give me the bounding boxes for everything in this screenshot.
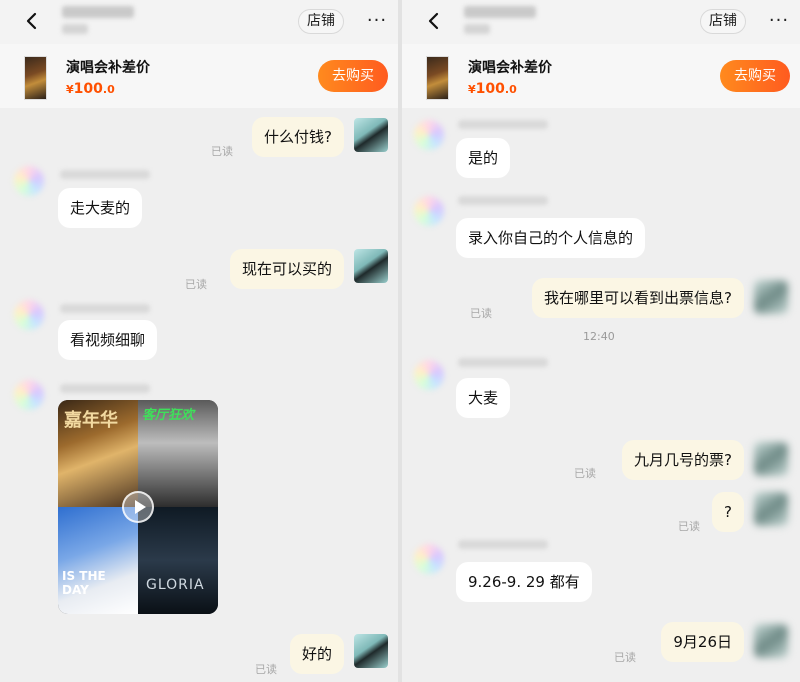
message-list: 什么付钱? 已读 走大麦的 现在可以买的 已读 看视频细聊 嘉年华 客厅狂欢 I… [0,108,398,682]
price-currency: ¥ [66,83,74,96]
read-receipt: 已读 [185,278,207,291]
message-incoming[interactable]: 是的 [456,138,511,178]
contact-avatar[interactable] [414,544,444,574]
contact-avatar[interactable] [414,196,444,226]
message-incoming[interactable]: 走大麦的 [58,188,143,228]
chat-panel-right: 店铺 ··· 演唱会补差价 ¥100.0 去购买 是的 录入你自己的个人信息的 … [402,0,800,682]
sender-name-blurred [458,196,548,205]
message-outgoing[interactable]: 现在可以买的 [229,249,344,289]
video-thumb-2-text: 客厅狂欢 [142,408,195,423]
more-options-icon[interactable]: ··· [768,11,790,31]
price-decimal: .0 [504,83,517,96]
message-incoming[interactable]: 9.26-9. 29 都有 [456,562,592,602]
contact-avatar[interactable] [14,380,44,410]
buy-button[interactable]: 去购买 [318,60,388,92]
video-thumb-1: 嘉年华 [58,400,138,507]
product-title: 演唱会补差价 [468,60,552,76]
contact-status-blurred [62,24,88,34]
price-integer: 100 [73,81,103,97]
message-incoming[interactable]: 看视频细聊 [58,320,158,360]
video-thumb-4-text: GLORIA [146,577,205,593]
video-thumb-2: 客厅狂欢 [138,400,218,507]
message-outgoing[interactable]: 我在哪里可以看到出票信息? [532,278,744,318]
back-arrow-icon[interactable] [22,11,42,31]
product-thumbnail [24,56,47,100]
contact-avatar[interactable] [14,166,44,196]
message-incoming[interactable]: 录入你自己的个人信息的 [456,218,646,258]
read-receipt: 已读 [614,651,636,664]
message-outgoing[interactable]: 九月几号的票? [622,440,744,480]
message-outgoing[interactable]: ? [712,492,744,532]
top-bar: 店铺 ··· [402,0,800,44]
back-arrow-icon[interactable] [424,11,444,31]
read-receipt: 已读 [211,145,233,158]
price-currency: ¥ [468,83,476,96]
self-avatar[interactable] [754,624,788,658]
read-receipt: 已读 [255,663,277,676]
message-outgoing[interactable]: 好的 [289,634,344,674]
timestamp: 12:40 [583,330,615,343]
play-icon[interactable] [122,491,154,523]
price-integer: 100 [475,81,505,97]
contact-avatar[interactable] [414,360,444,390]
sender-name-blurred [458,540,548,549]
read-receipt: 已读 [678,520,700,533]
contact-name-blurred [62,6,134,18]
message-incoming[interactable]: 大麦 [456,378,511,418]
self-avatar[interactable] [754,280,788,314]
message-list: 是的 录入你自己的个人信息的 我在哪里可以看到出票信息? 已读 12:40 大麦… [402,108,800,682]
self-avatar[interactable] [354,249,388,283]
self-avatar[interactable] [354,118,388,152]
self-avatar[interactable] [754,442,788,476]
sender-name-blurred [458,120,548,129]
chat-panel-left: 店铺 ··· 演唱会补差价 ¥100.0 去购买 什么付钱? 已读 走大麦的 现… [0,0,398,682]
contact-status-blurred [464,24,490,34]
video-thumb-3-text: IS THE DAY [62,569,106,597]
message-outgoing[interactable]: 9月26日 [661,622,744,662]
buy-button[interactable]: 去购买 [720,60,790,92]
video-thumb-3: IS THE DAY [58,507,138,614]
message-outgoing[interactable]: 什么付钱? [252,117,344,157]
video-thumb-1-text: 嘉年华 [64,410,118,431]
product-price: ¥100.0 [468,81,517,97]
product-thumbnail [426,56,449,100]
top-bar: 店铺 ··· [0,0,398,44]
price-decimal: .0 [102,83,115,96]
sender-name-blurred [458,358,548,367]
contact-avatar[interactable] [414,120,444,150]
more-options-icon[interactable]: ··· [366,11,388,31]
shop-button[interactable]: 店铺 [700,9,746,34]
product-title: 演唱会补差价 [66,60,150,76]
product-card[interactable]: 演唱会补差价 ¥100.0 去购买 [402,44,800,108]
self-avatar[interactable] [354,634,388,668]
shop-button[interactable]: 店铺 [298,9,344,34]
product-price: ¥100.0 [66,81,115,97]
read-receipt: 已读 [470,307,492,320]
video-thumb-4: GLORIA [138,507,218,614]
video-message-card[interactable]: 嘉年华 客厅狂欢 IS THE DAY GLORIA [58,400,218,614]
sender-name-blurred [60,304,150,313]
product-card[interactable]: 演唱会补差价 ¥100.0 去购买 [0,44,398,108]
sender-name-blurred [60,170,150,179]
contact-name-blurred [464,6,536,18]
sender-name-blurred [60,384,150,393]
contact-avatar[interactable] [14,300,44,330]
read-receipt: 已读 [574,467,596,480]
self-avatar[interactable] [754,492,788,526]
